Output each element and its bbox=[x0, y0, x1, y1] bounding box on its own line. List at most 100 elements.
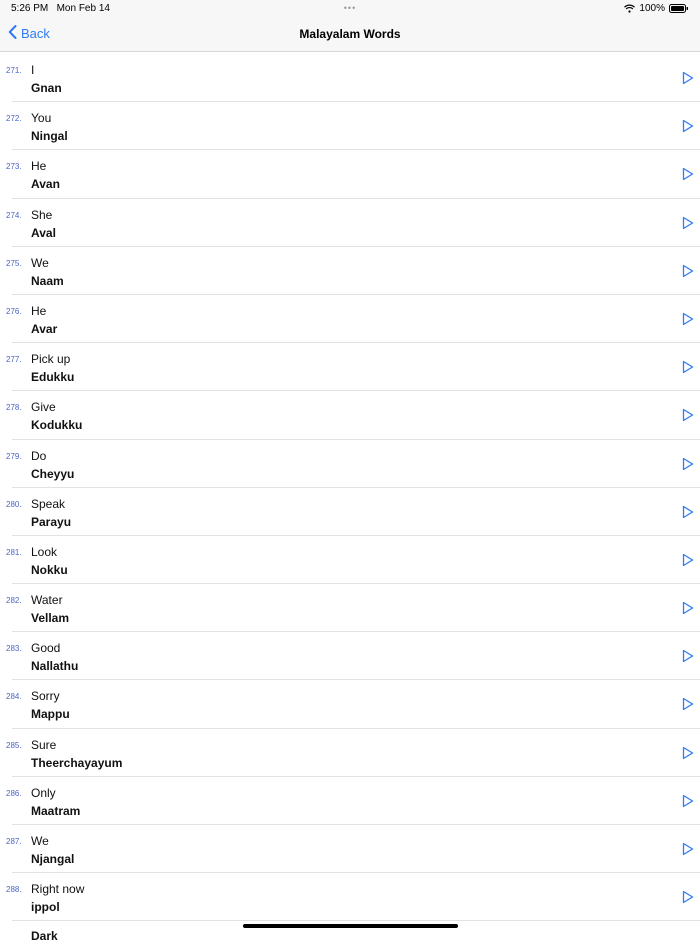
list-item[interactable]: 275. We Naam bbox=[6, 247, 700, 295]
list-item[interactable]: 288. Right now ippol bbox=[6, 873, 700, 922]
english-word: We bbox=[31, 255, 49, 270]
word-number: 288. bbox=[6, 885, 22, 895]
play-icon[interactable] bbox=[682, 553, 694, 567]
english-word: Speak bbox=[31, 496, 66, 511]
english-word: I bbox=[31, 63, 35, 77]
play-icon[interactable] bbox=[682, 119, 694, 133]
play-icon[interactable] bbox=[682, 408, 694, 422]
malayalam-word: Njangal bbox=[31, 852, 75, 866]
word-number: 274. bbox=[6, 210, 22, 220]
list-item[interactable]: 287. We Njangal bbox=[6, 825, 700, 874]
play-icon[interactable] bbox=[682, 697, 694, 711]
malayalam-word: ippol bbox=[31, 900, 60, 915]
list-item[interactable]: 279. Do Cheyyu bbox=[6, 440, 700, 488]
english-word: You bbox=[31, 111, 52, 126]
play-icon[interactable] bbox=[682, 505, 694, 519]
word-number: 271. bbox=[6, 66, 22, 75]
list-item[interactable]: 286. Only Maatram bbox=[6, 777, 700, 825]
play-icon[interactable] bbox=[682, 216, 694, 230]
play-icon[interactable] bbox=[682, 601, 694, 615]
list-item[interactable]: 284. Sorry Mappu bbox=[6, 680, 700, 729]
english-word: She bbox=[31, 207, 53, 222]
word-number: 282. bbox=[6, 596, 22, 606]
status-time-date: 5:26 PM Mon Feb 14 bbox=[11, 3, 110, 14]
play-icon[interactable] bbox=[682, 746, 694, 760]
malayalam-word: Naam bbox=[31, 273, 64, 288]
malayalam-word: Gnan bbox=[31, 81, 62, 95]
page-title: Malayalam Words bbox=[299, 27, 401, 41]
malayalam-word: Edukku bbox=[31, 370, 75, 385]
word-number: 278. bbox=[6, 403, 22, 413]
list-item[interactable]: 285. Sure Theerchayayum bbox=[6, 729, 700, 777]
status-time: 5:26 PM bbox=[11, 3, 49, 14]
partial-item-text: Dark bbox=[31, 929, 58, 943]
word-number: 287. bbox=[6, 837, 22, 846]
play-icon[interactable] bbox=[682, 890, 694, 904]
word-number: 276. bbox=[6, 306, 22, 316]
play-icon[interactable] bbox=[682, 264, 694, 278]
english-word: Sure bbox=[31, 737, 57, 752]
list-item[interactable]: 282. Water Vellam bbox=[6, 584, 700, 633]
malayalam-word: Aval bbox=[31, 225, 56, 240]
play-icon[interactable] bbox=[682, 794, 694, 808]
malayalam-word: Mappu bbox=[31, 707, 70, 722]
word-number: 272. bbox=[6, 114, 22, 124]
battery-percentage: 100% bbox=[639, 3, 665, 14]
list-item[interactable]: 277. Pick up Edukku bbox=[6, 343, 700, 392]
word-number: 283. bbox=[6, 644, 22, 654]
word-number: 281. bbox=[6, 547, 22, 557]
list-item[interactable]: 280. Speak Parayu bbox=[6, 488, 700, 536]
list-item[interactable]: 272. You Ningal bbox=[6, 102, 700, 151]
status-date: Mon Feb 14 bbox=[56, 3, 110, 14]
list-item[interactable]: 281. Look Nokku bbox=[6, 536, 700, 585]
english-word: Good bbox=[31, 641, 61, 656]
home-indicator[interactable] bbox=[243, 924, 458, 928]
word-number: 277. bbox=[6, 355, 22, 365]
list-item[interactable]: 274. She Aval bbox=[6, 199, 700, 247]
malayalam-word: Nallathu bbox=[31, 659, 79, 674]
english-word: Pick up bbox=[31, 352, 71, 367]
status-right: 100% bbox=[624, 3, 689, 14]
english-word: Look bbox=[31, 544, 58, 559]
english-word: We bbox=[31, 834, 49, 848]
play-icon[interactable] bbox=[682, 360, 694, 374]
english-word: Give bbox=[31, 400, 56, 415]
english-word: He bbox=[31, 303, 47, 318]
word-list: 271. I Gnan 272. You Ningal 273. He Avan 274. She A… bbox=[0, 54, 700, 943]
list-item[interactable]: 276. He Avar bbox=[6, 295, 700, 344]
word-number: 273. bbox=[6, 162, 22, 172]
english-word: Water bbox=[31, 593, 63, 608]
play-icon[interactable] bbox=[682, 167, 694, 181]
play-icon[interactable] bbox=[682, 457, 694, 471]
english-word: Sorry bbox=[31, 689, 60, 704]
battery-icon bbox=[669, 4, 689, 13]
word-number: 285. bbox=[6, 740, 22, 750]
word-number: 286. bbox=[6, 788, 22, 798]
malayalam-word: Ningal bbox=[31, 129, 68, 144]
english-word: Right now bbox=[31, 882, 85, 897]
list-item[interactable]: 271. I Gnan bbox=[6, 54, 700, 103]
malayalam-word: Theerchayayum bbox=[31, 755, 123, 770]
malayalam-word: Avan bbox=[31, 177, 60, 192]
malayalam-word: Avar bbox=[31, 321, 58, 336]
play-icon[interactable] bbox=[682, 312, 694, 326]
malayalam-word: Nokku bbox=[31, 562, 68, 577]
word-number: 275. bbox=[6, 258, 22, 268]
wifi-icon bbox=[624, 4, 636, 13]
malayalam-word: Maatram bbox=[31, 803, 81, 818]
multitasking-dots[interactable]: ••• bbox=[340, 3, 360, 13]
malayalam-word: Vellam bbox=[31, 611, 70, 626]
malayalam-word: Parayu bbox=[31, 514, 72, 529]
malayalam-word: Kodukku bbox=[31, 418, 83, 433]
play-icon[interactable] bbox=[682, 842, 694, 856]
play-icon[interactable] bbox=[682, 71, 694, 85]
word-number: 280. bbox=[6, 499, 22, 509]
list-item[interactable]: 283. Good Nallathu bbox=[6, 632, 700, 681]
list-item[interactable]: 278. Give Kodukku bbox=[6, 391, 700, 440]
play-icon[interactable] bbox=[682, 649, 694, 663]
english-word: Only bbox=[31, 785, 56, 800]
list-item[interactable]: 273. He Avan bbox=[6, 150, 700, 199]
word-number: 284. bbox=[6, 692, 22, 702]
malayalam-word: Cheyyu bbox=[31, 466, 75, 481]
english-word: Do bbox=[31, 448, 47, 463]
